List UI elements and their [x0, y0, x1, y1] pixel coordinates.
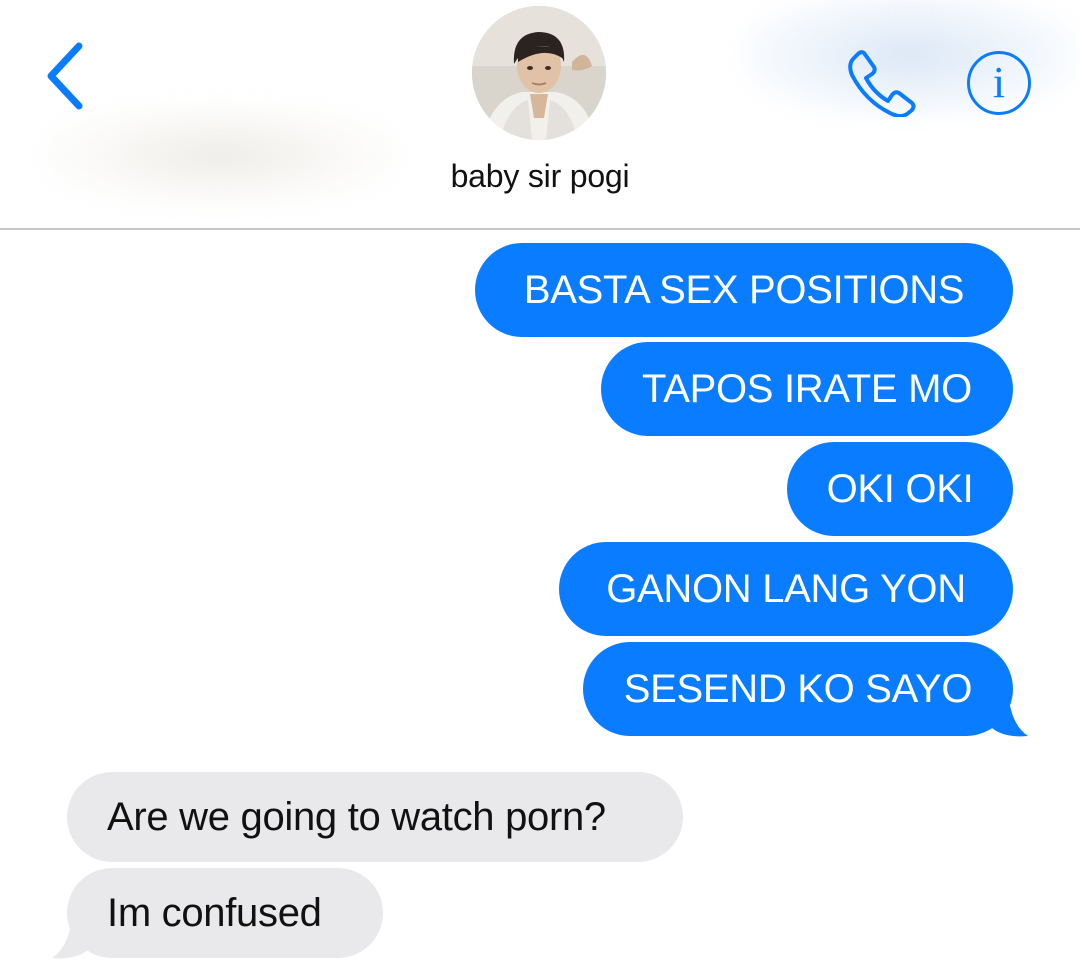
- info-icon-glyph: i: [992, 58, 1006, 107]
- sent-message[interactable]: TAPOS IRATE MO: [601, 342, 1013, 436]
- message-text: Are we going to watch porn?: [107, 795, 606, 839]
- sent-message[interactable]: SESEND KO SAYO: [583, 642, 1013, 736]
- sent-bubble-tail: [990, 690, 1028, 737]
- received-message[interactable]: Are we going to watch porn?: [67, 772, 683, 862]
- message-text: SESEND KO SAYO: [623, 667, 973, 711]
- message-text: TAPOS IRATE MO: [642, 367, 972, 411]
- back-button[interactable]: [40, 40, 90, 112]
- received-bubble-tail: [52, 914, 90, 959]
- message-text: BASTA SEX POSITIONS: [523, 268, 965, 312]
- message-text: GANON LANG YON: [606, 567, 966, 611]
- received-message[interactable]: Im confused: [67, 868, 383, 958]
- chevron-left-icon: [47, 42, 83, 110]
- message-text: Im confused: [107, 891, 322, 935]
- sent-message[interactable]: BASTA SEX POSITIONS: [475, 243, 1013, 337]
- call-button[interactable]: [840, 44, 922, 120]
- sent-message[interactable]: GANON LANG YON: [559, 542, 1013, 636]
- info-icon: i: [967, 51, 1031, 115]
- sent-message[interactable]: OKI OKI: [787, 442, 1013, 536]
- conversation-header: baby sir pogi i: [0, 0, 1080, 230]
- phone-icon: [848, 50, 916, 117]
- contact-avatar[interactable]: [472, 6, 606, 140]
- contact-name[interactable]: baby sir pogi: [390, 158, 690, 195]
- blurred-region: [40, 100, 400, 210]
- message-text: OKI OKI: [826, 467, 974, 511]
- info-button[interactable]: i: [962, 46, 1036, 120]
- avatar-photo: [472, 6, 606, 140]
